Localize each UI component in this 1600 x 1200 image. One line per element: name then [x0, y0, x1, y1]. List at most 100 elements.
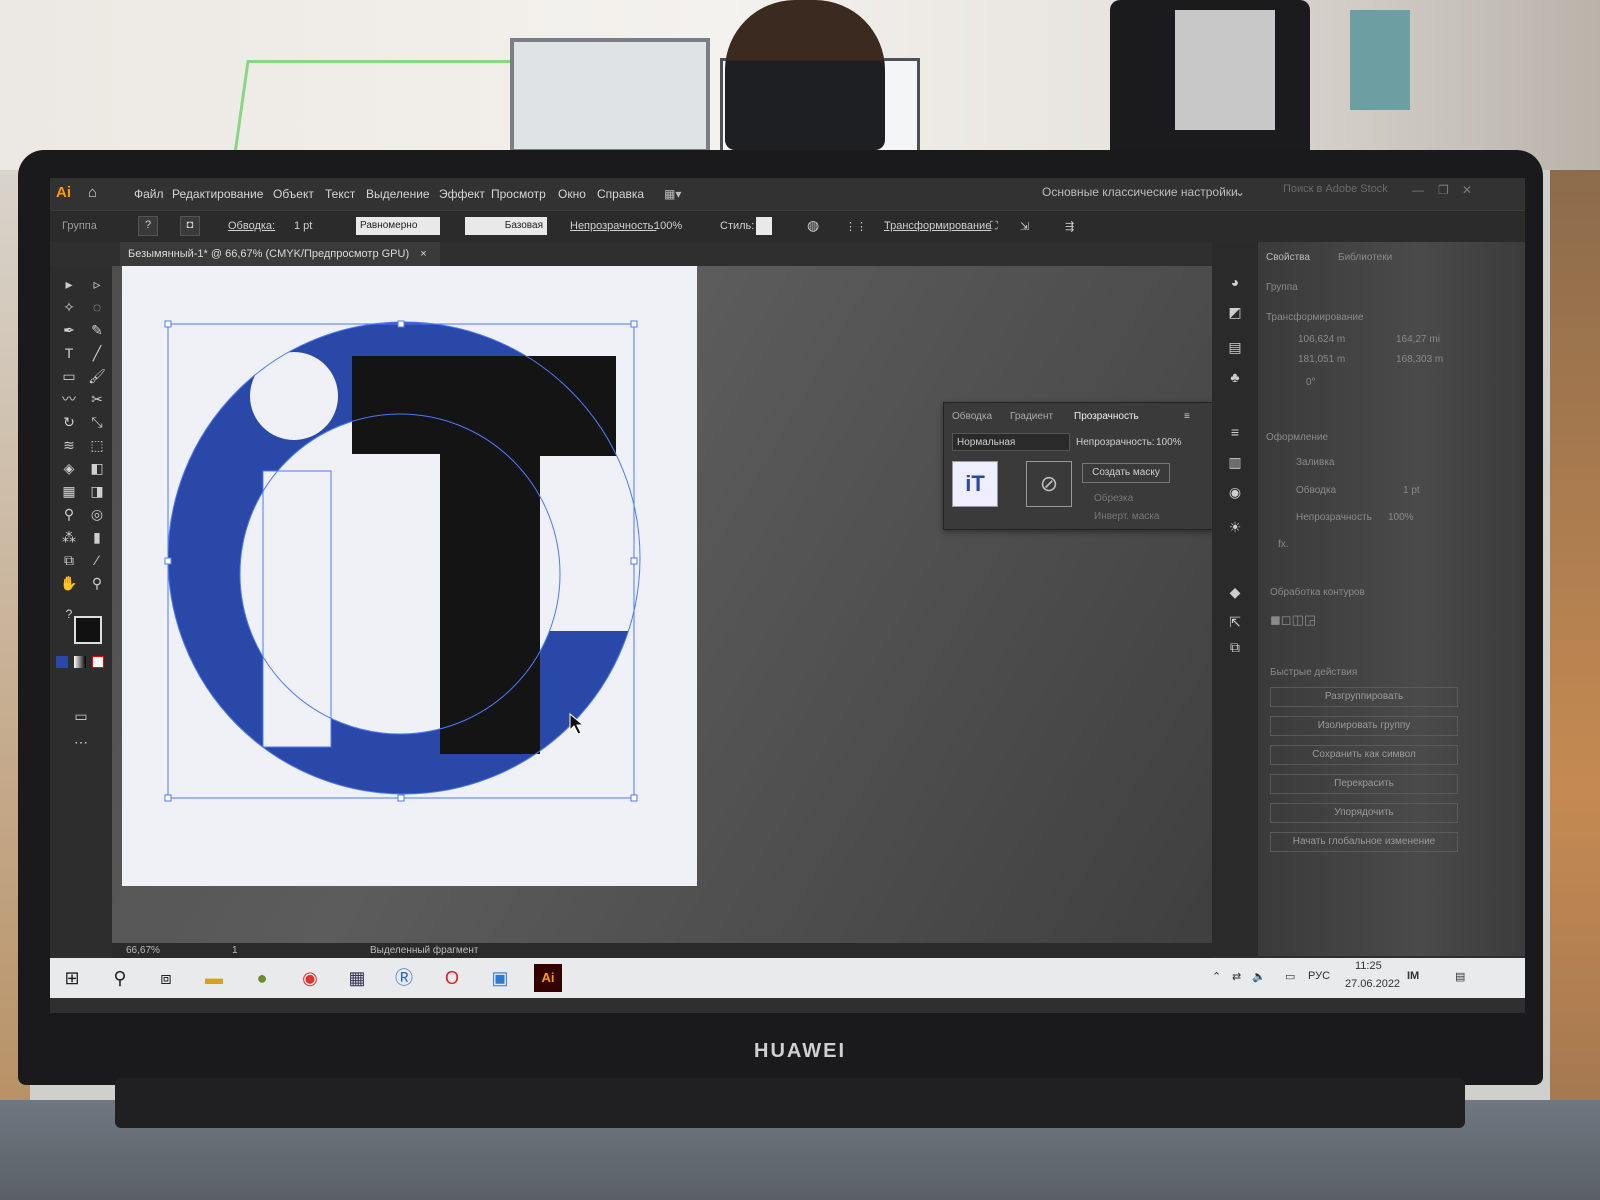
tab-transparency[interactable]: Прозрачность	[1074, 411, 1139, 422]
hand-tool-icon[interactable]: ✋	[58, 573, 80, 593]
curvature-tool-icon[interactable]: ✎	[86, 320, 108, 340]
menu-window[interactable]: Окно	[558, 187, 586, 201]
direct-selection-tool-icon[interactable]: ▹	[86, 274, 108, 294]
opacity-label[interactable]: Непрозрачность:	[570, 220, 656, 232]
artboard-tool-icon[interactable]: ⧉	[58, 550, 80, 570]
perspective-grid-icon[interactable]: ◧	[86, 458, 108, 478]
shape-icon[interactable]: ⇶	[1065, 220, 1074, 233]
stroke-fill-swatch[interactable]	[74, 616, 102, 644]
handle-top[interactable]	[397, 320, 405, 328]
none-mode-swatch[interactable]	[92, 656, 104, 668]
task-view-icon[interactable]: ⧈	[152, 964, 180, 992]
battery-icon[interactable]: ▭	[1285, 970, 1295, 983]
symbols-icon[interactable]: ♣	[1224, 367, 1246, 387]
line-tool-icon[interactable]: ╱	[86, 343, 108, 363]
screen-mode-icon[interactable]: ▭	[70, 706, 92, 726]
remote-app-icon[interactable]: Ⓡ	[390, 964, 418, 992]
shape-builder-icon[interactable]: ◈	[58, 458, 80, 478]
eyedropper-icon[interactable]: ⚲	[58, 504, 80, 524]
menu-help[interactable]: Справка	[597, 187, 644, 201]
shaper-tool-icon[interactable]: 〰	[58, 389, 80, 409]
scissors-icon[interactable]: ✂	[86, 389, 108, 409]
input-language[interactable]: РУС	[1308, 970, 1330, 982]
handle-bottom[interactable]	[397, 794, 405, 802]
scale-tool-icon[interactable]: ⤡	[86, 412, 108, 432]
invert-mask-checkbox[interactable]: Инверт. маска	[1094, 511, 1159, 522]
gradient-panel-icon[interactable]: ▥	[1224, 452, 1246, 472]
maximize-icon[interactable]: ❐	[1438, 183, 1454, 197]
close-tab-icon[interactable]: ×	[420, 248, 426, 260]
props-stroke-label[interactable]: Обводка	[1296, 485, 1336, 496]
handle-top-right[interactable]	[630, 320, 638, 328]
object-thumbnail[interactable]: iT	[952, 461, 998, 507]
fill-swatch[interactable]: ?	[138, 216, 158, 236]
appearance-icon[interactable]: ☀	[1224, 517, 1246, 537]
graph-tool-icon[interactable]: ▮	[86, 527, 108, 547]
volume-icon[interactable]: 🔈	[1252, 970, 1266, 983]
style-swatch[interactable]	[756, 217, 772, 235]
artboard-number[interactable]: 1	[232, 945, 238, 956]
arrange-button[interactable]: Упорядочить	[1270, 803, 1458, 823]
brush-definition[interactable]: Базовая	[465, 217, 547, 235]
stroke-panel-icon[interactable]: ≡	[1224, 422, 1246, 442]
stroke-label[interactable]: Обводка:	[228, 220, 275, 232]
tab-gradient[interactable]: Градиент	[1010, 411, 1053, 422]
menu-view[interactable]: Просмотр	[491, 187, 546, 201]
clip-checkbox[interactable]: Обрезка	[1094, 493, 1133, 504]
arrange-icon[interactable]: ⇲	[1020, 220, 1029, 233]
menu-effect[interactable]: Эффект	[439, 187, 485, 201]
zoom-level[interactable]: 66,67%	[126, 945, 160, 956]
paintbrush-icon[interactable]: 🖌	[86, 366, 108, 386]
props-angle-value[interactable]: 0°	[1306, 377, 1316, 388]
props-x-value[interactable]: 106,624 m	[1298, 334, 1345, 345]
slice-tool-icon[interactable]: ⁄	[86, 550, 108, 570]
gradient-mode-swatch[interactable]	[74, 656, 86, 668]
swatches-icon[interactable]: ◩	[1224, 302, 1246, 322]
opera-icon[interactable]: O	[438, 964, 466, 992]
handle-bottom-left[interactable]	[164, 794, 172, 802]
network-icon[interactable]: ⇄	[1232, 970, 1241, 983]
transparency-panel-icon[interactable]: ◉	[1224, 482, 1246, 502]
panel-menu-icon[interactable]: ≡	[1184, 411, 1190, 422]
recolor-button[interactable]: Перекрасить	[1270, 774, 1458, 794]
pen-tool-icon[interactable]: ✒	[58, 320, 80, 340]
tab-stroke[interactable]: Обводка	[952, 411, 992, 422]
type-tool-icon[interactable]: T	[58, 343, 80, 363]
handle-bottom-right[interactable]	[630, 794, 638, 802]
search-icon[interactable]: ⚲	[106, 964, 134, 992]
props-opacity-value[interactable]: 100%	[1388, 512, 1414, 523]
handle-left[interactable]	[164, 557, 172, 565]
more-tools-icon[interactable]: ⋯	[70, 732, 92, 752]
tab-properties[interactable]: Свойства	[1266, 252, 1310, 263]
magic-wand-icon[interactable]: ✧	[58, 297, 80, 317]
logo-i-dot[interactable]	[250, 352, 338, 440]
stroke-weight-value[interactable]: 1 pt	[294, 220, 312, 232]
artboard[interactable]	[122, 266, 697, 886]
mesh-tool-icon[interactable]: ▦	[58, 481, 80, 501]
workspace-switcher[interactable]: Основные классические настройки	[1042, 185, 1238, 199]
props-stroke-value[interactable]: 1 pt	[1403, 485, 1420, 496]
menu-edit[interactable]: Редактирование	[172, 187, 263, 201]
global-edit-button[interactable]: Начать глобальное изменение	[1270, 832, 1458, 852]
save-as-symbol-button[interactable]: Сохранить как символ	[1270, 745, 1458, 765]
clock-time[interactable]: 11:25	[1355, 960, 1382, 972]
opacity-value[interactable]: 100%	[654, 220, 682, 232]
tray-chevron-icon[interactable]: ⌃	[1212, 970, 1221, 983]
chrome-icon[interactable]: ◉	[296, 964, 324, 992]
rotate-tool-icon[interactable]: ↻	[58, 412, 80, 432]
close-icon[interactable]: ✕	[1462, 183, 1478, 197]
pathfinder-unite-icon[interactable]: ◼◻◫◲	[1270, 612, 1316, 628]
stock-search-input[interactable]: Поиск в Adobe Stock	[1265, 183, 1425, 203]
menu-file[interactable]: Файл	[134, 187, 164, 201]
menu-object[interactable]: Объект	[273, 187, 314, 201]
file-explorer-icon[interactable]: ▬	[200, 964, 228, 992]
lasso-icon[interactable]: ◌	[86, 297, 108, 317]
create-mask-button[interactable]: Создать маску	[1082, 463, 1170, 483]
ungroup-button[interactable]: Разгруппировать	[1270, 687, 1458, 707]
status-selection-label[interactable]: Выделенный фрагмент	[370, 945, 478, 956]
app-icon[interactable]: ●	[248, 964, 276, 992]
zoom-tool-icon[interactable]: ⚲	[86, 573, 108, 593]
artboards-icon[interactable]: ⧉	[1224, 637, 1246, 657]
logo-i-stem[interactable]	[262, 470, 332, 748]
blend-tool-icon[interactable]: ◎	[86, 504, 108, 524]
